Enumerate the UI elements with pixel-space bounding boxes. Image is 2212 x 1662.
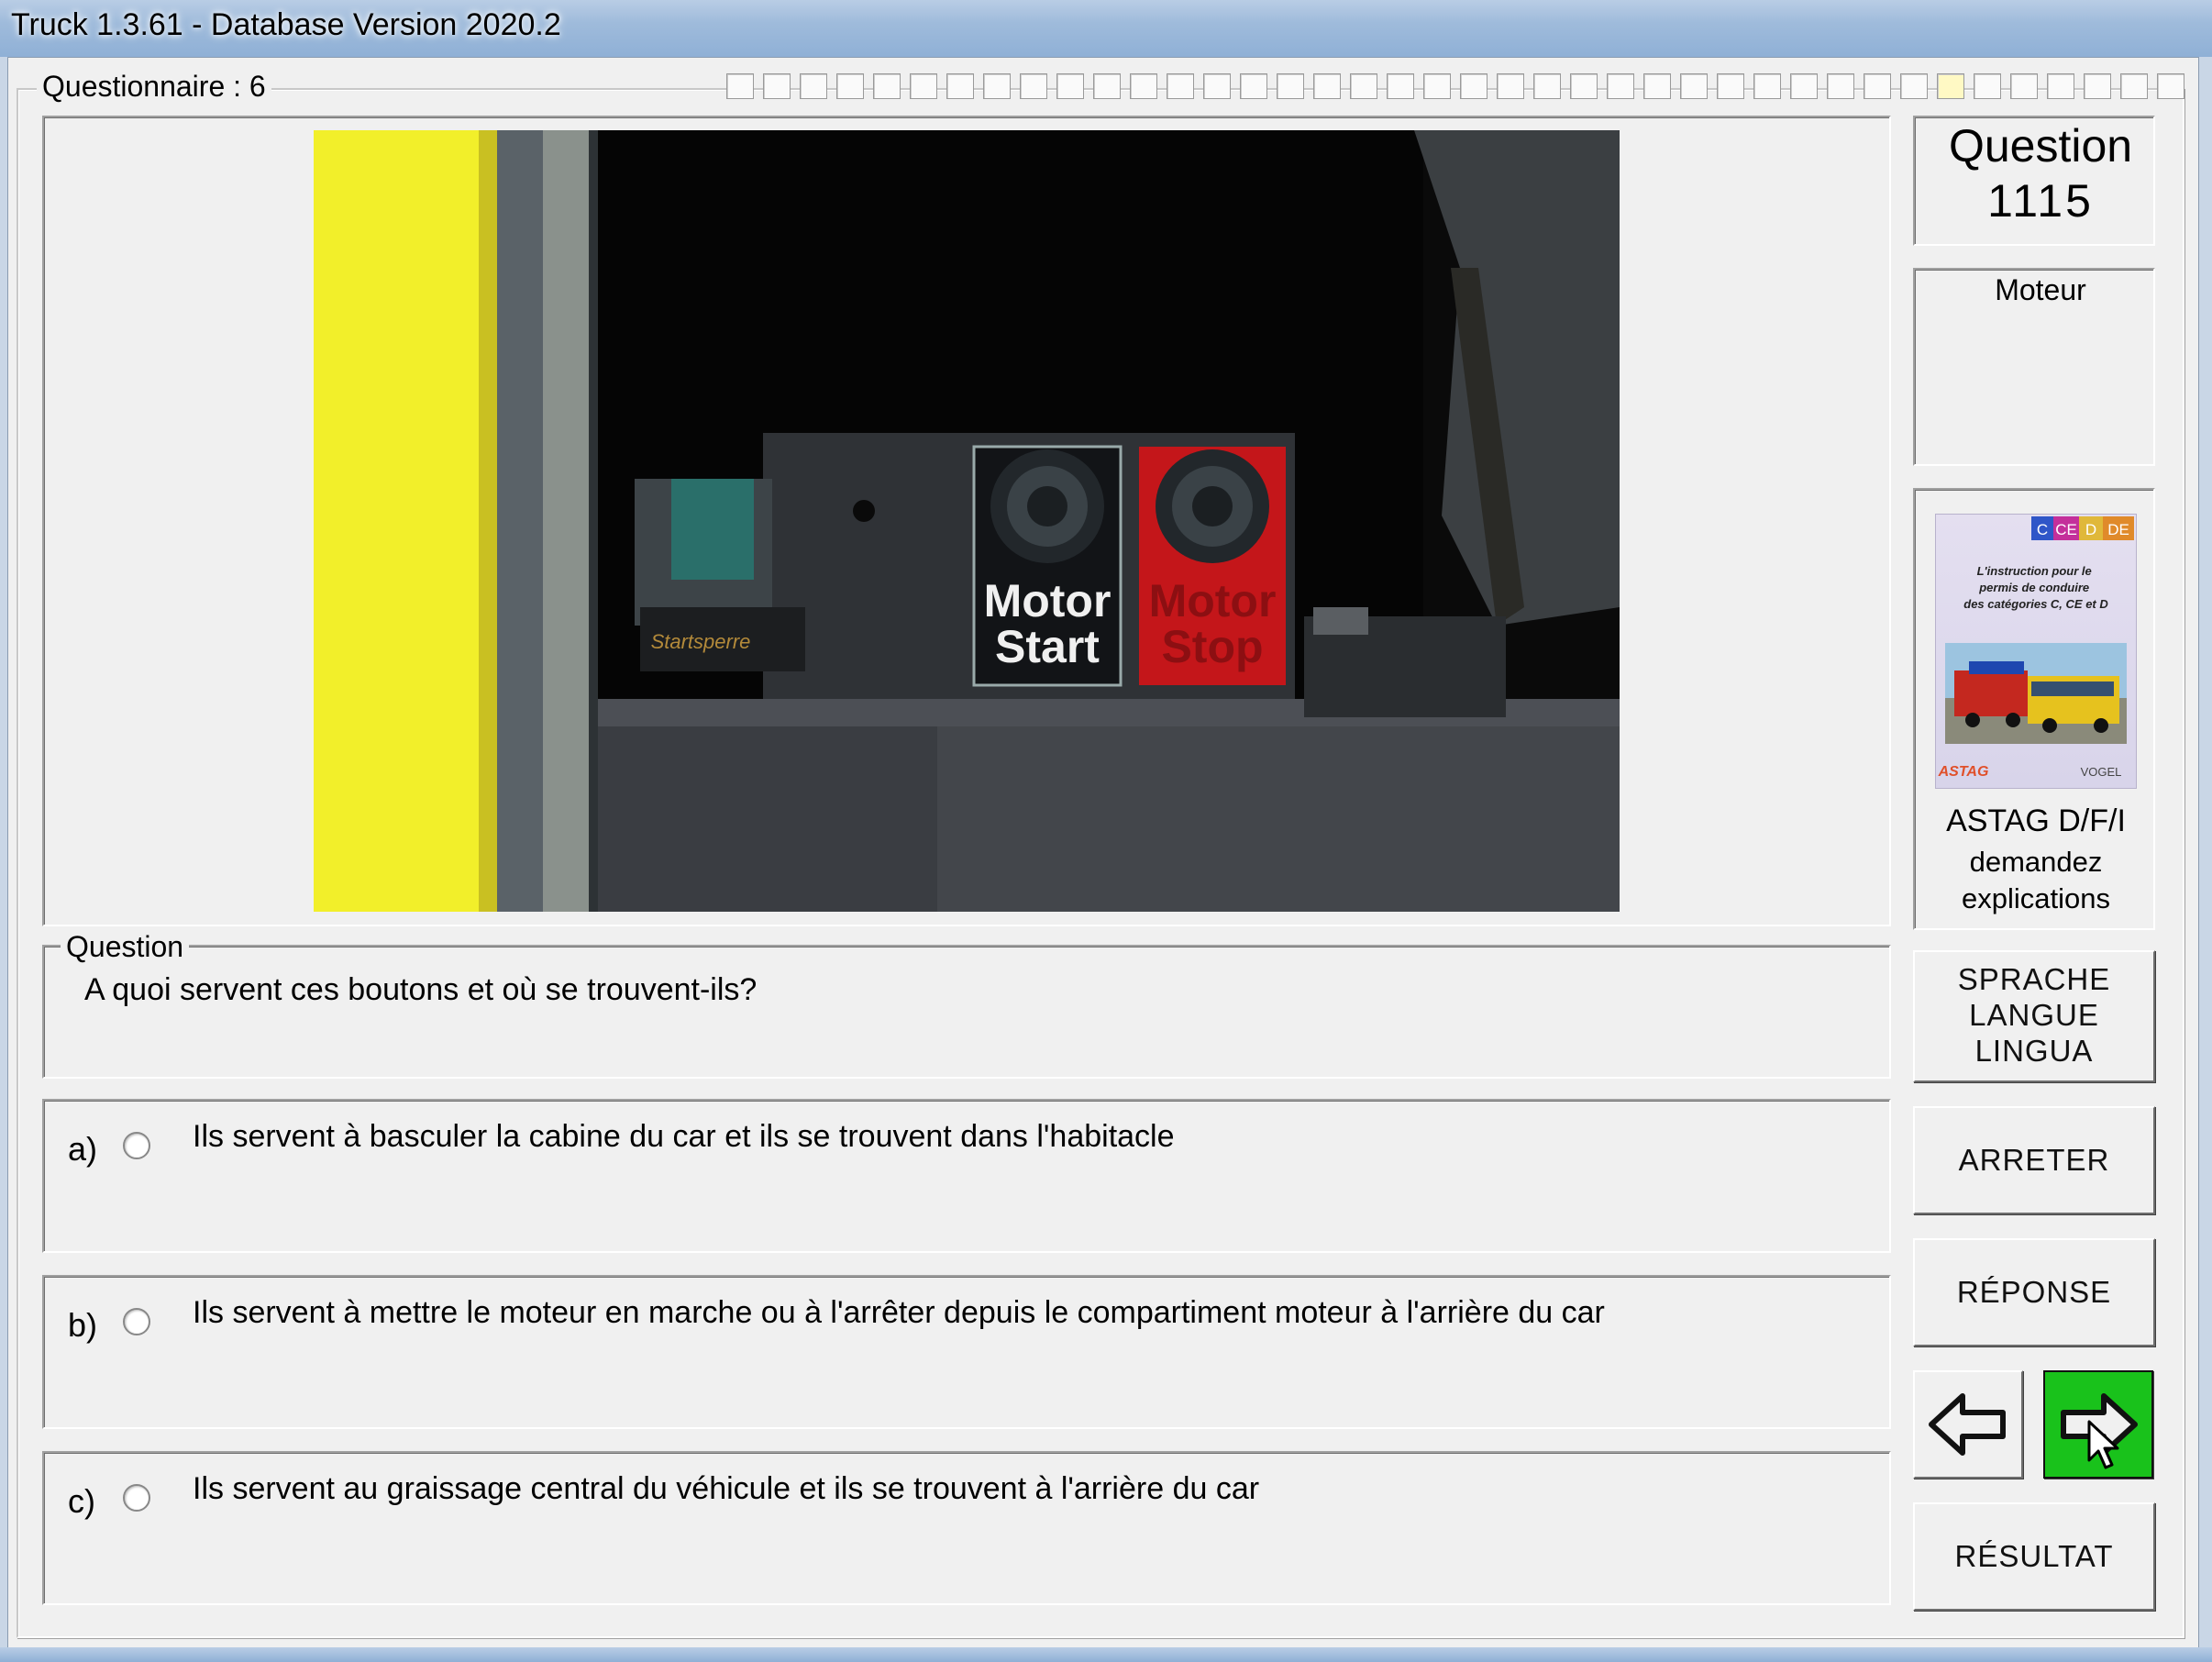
progress-box [1717, 73, 1744, 99]
motor-start-label-1: Motor [984, 575, 1112, 626]
progress-box [1864, 73, 1891, 99]
progress-box [1056, 73, 1084, 99]
title-bar: Truck 1.3.61 - Database Version 2020.2 [0, 0, 2212, 57]
book-badge-c: C [2037, 521, 2048, 538]
progress-box [2120, 73, 2148, 99]
progress-box [1203, 73, 1231, 99]
window-bottom-border [0, 1647, 2212, 1662]
progress-box [1497, 73, 1524, 99]
progress-box [800, 73, 827, 99]
previous-button[interactable] [1913, 1370, 2023, 1479]
stop-button[interactable]: ARRETER [1913, 1106, 2155, 1214]
question-group-label: Question [61, 930, 190, 964]
progress-box [1277, 73, 1304, 99]
progress-box [1570, 73, 1598, 99]
questionnaire-label: Questionnaire : 6 [37, 70, 271, 104]
book-badge-ce: CE [2055, 521, 2077, 538]
progress-box [1387, 73, 1414, 99]
progress-box [1533, 73, 1561, 99]
progress-box [1350, 73, 1377, 99]
astag-caption-line2: demandez [1969, 846, 2103, 878]
answer-c-text[interactable]: Ils servent au graissage central du véhi… [193, 1471, 1259, 1507]
progress-box [1607, 73, 1634, 99]
progress-box [1460, 73, 1488, 99]
book-publisher-right: VOGEL [2081, 765, 2122, 779]
question-text: A quoi servent ces boutons et où se trou… [84, 972, 758, 1007]
arrow-left-icon [1929, 1393, 2006, 1456]
progress-indicator [726, 73, 2184, 101]
answer-a-letter: a) [68, 1130, 98, 1168]
show-answer-button-label: RÉPONSE [1956, 1275, 2112, 1309]
answer-a-radio[interactable] [123, 1132, 150, 1159]
window-title: Truck 1.3.61 - Database Version 2020.2 [11, 7, 561, 42]
language-button-label-2: LANGUE [1969, 998, 2099, 1032]
question-photo: Startsperre Motor Start Motor Stop [314, 130, 1620, 912]
answer-a-text[interactable]: Ils servent à basculer la cabine du car … [193, 1119, 1175, 1155]
answer-c-radio[interactable] [123, 1484, 150, 1512]
progress-box [1827, 73, 1854, 99]
book-badge-de: DE [2107, 521, 2129, 538]
motor-stop-label-1: Motor [1149, 575, 1277, 626]
question-number-value: 1115 [1987, 175, 2094, 227]
progress-box [1240, 73, 1267, 99]
progress-box [1423, 73, 1451, 99]
book-publisher-left: ASTAG [1938, 764, 1989, 780]
progress-box [1974, 73, 2001, 99]
show-answer-button[interactable]: RÉPONSE [1913, 1238, 2155, 1346]
stop-button-label: ARRETER [1958, 1143, 2110, 1177]
progress-box [2047, 73, 2074, 99]
progress-box [1130, 73, 1157, 99]
progress-box [1167, 73, 1194, 99]
result-button-label: RÉSULTAT [1954, 1539, 2114, 1573]
progress-box [763, 73, 791, 99]
answer-b-radio[interactable] [123, 1308, 150, 1335]
progress-box [1020, 73, 1047, 99]
answer-b-letter: b) [68, 1306, 98, 1344]
language-button-label-1: SPRACHE [1957, 962, 2111, 996]
progress-box [1680, 73, 1708, 99]
language-button[interactable]: SPRACHE LANGUE LINGUA [1913, 950, 2155, 1082]
language-button-label-3: LINGUA [1974, 1034, 2094, 1068]
progress-box [946, 73, 974, 99]
next-button[interactable] [2043, 1370, 2153, 1479]
progress-box [873, 73, 901, 99]
progress-box [726, 73, 754, 99]
progress-box [910, 73, 937, 99]
answer-c-letter: c) [68, 1482, 95, 1520]
question-number-title: Question [1948, 120, 2133, 172]
book-badge-d: D [2085, 521, 2096, 538]
progress-box [1313, 73, 1341, 99]
astag-caption-line3: explications [1962, 882, 2110, 914]
progress-box [2084, 73, 2111, 99]
book-subtitle: L'instruction pour le permis de conduire… [1963, 564, 2108, 611]
progress-box [1790, 73, 1818, 99]
progress-box [983, 73, 1011, 99]
category-label: Moteur [1995, 273, 2086, 306]
astag-caption: ASTAG D/F/I [1946, 803, 2126, 838]
motor-start-label-2: Start [995, 621, 1100, 672]
progress-box [2010, 73, 2038, 99]
progress-box [1093, 73, 1121, 99]
arrow-right-icon [2061, 1393, 2138, 1469]
progress-box [1643, 73, 1671, 99]
result-button[interactable]: RÉSULTAT [1913, 1502, 2155, 1611]
answer-b-text[interactable]: Ils servent à mettre le moteur en marche… [193, 1295, 1605, 1331]
question-panel [42, 945, 1891, 1079]
progress-box [1900, 73, 1928, 99]
progress-box [836, 73, 864, 99]
astag-book-cover[interactable]: C CE D DE L'instruction pour le permis d… [1935, 514, 2137, 789]
progress-box [2157, 73, 2184, 99]
motor-stop-label-2: Stop [1161, 621, 1263, 672]
progress-box [1937, 73, 1964, 99]
progress-box [1753, 73, 1781, 99]
startsperre-plate-text: Startsperre [651, 630, 751, 653]
